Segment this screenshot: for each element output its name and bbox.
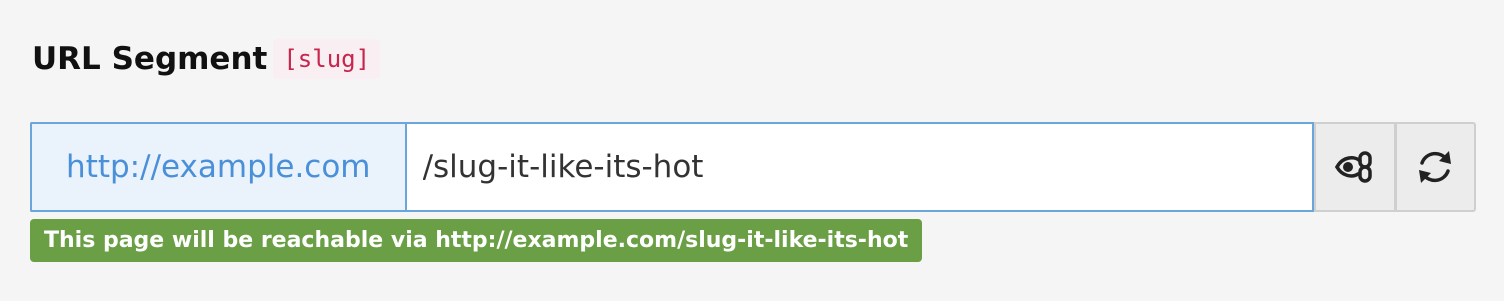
toggle-slug-edit-button[interactable] [1314, 122, 1396, 212]
refresh-icon [1413, 147, 1457, 187]
url-prefix: http://example.com [30, 122, 405, 212]
status-badge: This page will be reachable via http://e… [30, 219, 923, 262]
field-label-row: URL Segment [slug] [32, 36, 381, 82]
recalculate-slug-button[interactable] [1395, 122, 1477, 212]
eye-link-icon [1333, 147, 1377, 187]
field-label: URL Segment [32, 41, 268, 77]
field-code-badge: [slug] [273, 39, 381, 79]
slug-input[interactable] [404, 122, 1315, 212]
url-input-group: http://example.com [30, 122, 1477, 212]
slug-field-container: URL Segment [slug] http://example.com /s… [0, 0, 1504, 301]
